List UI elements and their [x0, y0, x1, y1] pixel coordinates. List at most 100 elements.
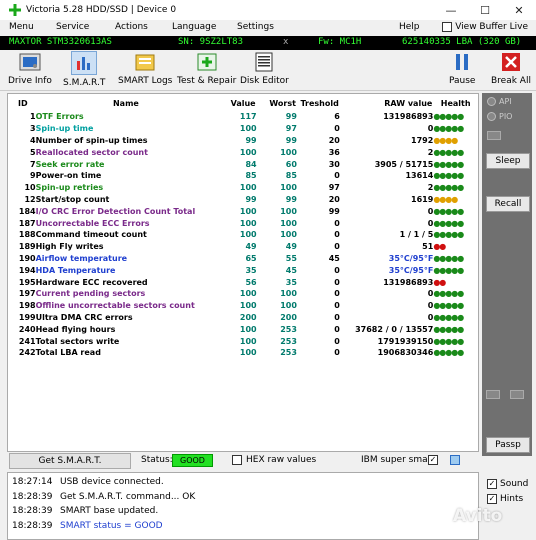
table-row[interactable]: 10 Spin-up retries 100 100 97 2 ●●●●●: [8, 182, 478, 194]
title-bar: Victoria 5.28 HDD/SSD | Device 0 — ☐ ✕: [0, 0, 536, 20]
table-row[interactable]: 199 Ultra DMA CRC errors 200 200 0 0 ●●●●●: [8, 312, 478, 324]
column-header-value[interactable]: Value: [216, 96, 256, 111]
menu-item-service[interactable]: Service: [56, 22, 89, 32]
table-row[interactable]: 187 Uncorrectable ECC Errors 100 100 0 0 ●●●●●: [8, 217, 478, 229]
table-row[interactable]: 188 Command timeout count 100 100 0 1 / 1 / 5…: [8, 229, 478, 241]
attribute-name: Command timeout count: [35, 230, 147, 240]
attribute-name: Spin-up retries: [35, 183, 104, 193]
attribute-id: 4: [30, 135, 36, 145]
hints-option[interactable]: ✓ Hints: [487, 494, 523, 504]
break-all-button[interactable]: Break All: [491, 51, 531, 89]
hex-raw-checkbox[interactable]: [232, 455, 242, 465]
attribute-worst: 100: [280, 289, 297, 299]
column-header-name[interactable]: Name: [36, 96, 217, 111]
attribute-raw-value: 1792: [411, 135, 434, 145]
attribute-raw-value: 2: [427, 147, 434, 157]
sound-option[interactable]: ✓ Sound: [487, 479, 528, 489]
recall-button[interactable]: Recall: [486, 196, 530, 212]
sound-checkbox[interactable]: ✓: [487, 479, 497, 489]
table-row[interactable]: 12 Start/stop count 99 99 20 1619 ●●●●: [8, 194, 478, 206]
attribute-name: Current pending sectors: [35, 289, 146, 299]
attribute-raw-value: 131986893: [383, 112, 434, 122]
column-header-threshold[interactable]: Treshold: [297, 96, 340, 111]
table-row[interactable]: 7 Seek error rate 84 60 30 3905 / 51715 ●●●●●: [8, 158, 478, 170]
hints-checkbox[interactable]: ✓: [487, 494, 497, 504]
table-row[interactable]: 4 Number of spin-up times 99 99 20 1792 ●●●●: [8, 135, 478, 147]
ibm-super-smart-checkbox[interactable]: ✓: [428, 455, 438, 465]
pio-radio[interactable]: PIO: [487, 112, 512, 121]
table-row[interactable]: 240 Head flying hours 100 253 0 37682 / 0 / 1…: [8, 323, 478, 335]
table-row[interactable]: 9 Power-on time 85 85 0 13614 ●●●●●: [8, 170, 478, 182]
menu-item-menu[interactable]: Menu: [9, 22, 34, 32]
table-row[interactable]: 197 Current pending sectors 100 100 0 0 ●●●●●: [8, 288, 478, 300]
table-row[interactable]: 242 Total LBA read 100 253 0 1906830346 ●●●●●: [8, 347, 478, 359]
api-radio[interactable]: API: [487, 97, 512, 106]
menu-item-actions[interactable]: Actions: [115, 22, 148, 32]
attribute-health: ●●●●●: [433, 324, 464, 334]
attribute-threshold: 0: [334, 312, 340, 322]
attribute-threshold: 0: [334, 289, 340, 299]
attribute-raw-value: 0: [427, 124, 434, 134]
attribute-threshold: 97: [328, 183, 340, 193]
view-buffer-live-toggle[interactable]: View Buffer Live: [442, 22, 528, 32]
sleep-button[interactable]: Sleep: [486, 153, 530, 169]
menu-item-help[interactable]: Help: [399, 22, 420, 32]
drive-capacity: 625140335 LBA (320 GB): [402, 37, 522, 47]
attribute-name: OTF Errors: [35, 112, 84, 122]
attribute-id: 187: [18, 218, 36, 228]
view-buffer-checkbox[interactable]: [442, 22, 453, 32]
table-row[interactable]: 184 I/O CRC Error Detection Count Total 10…: [8, 205, 478, 217]
color-indicator-box[interactable]: [450, 455, 460, 465]
small-right-button[interactable]: [510, 390, 524, 399]
attribute-worst: 99: [285, 135, 297, 145]
attribute-id: 1: [30, 112, 36, 122]
pause-button[interactable]: Pause: [449, 51, 475, 89]
pause-label: Pause: [449, 76, 476, 86]
attribute-worst: 253: [280, 348, 297, 358]
avito-watermark: Avito: [426, 505, 502, 527]
table-row[interactable]: 241 Total sectors write 100 253 0 1791939150 ●…: [8, 335, 478, 347]
attribute-value: 56: [245, 277, 257, 287]
attribute-id: 199: [18, 312, 36, 322]
column-header-id[interactable]: ID: [8, 96, 36, 111]
table-row[interactable]: 190 Airflow temperature 65 55 45 35°C/95°F ●●●…: [8, 253, 478, 265]
attribute-raw-value: 1791939150: [377, 336, 434, 346]
smart-logs-button[interactable]: SMART Logs: [118, 51, 172, 89]
attribute-health: ●●●●●: [433, 159, 464, 169]
disk-editor-button[interactable]: Disk Editor: [240, 51, 289, 89]
pause-icon: [450, 51, 474, 73]
table-row[interactable]: 1 OTF Errors 117 99 6 131986893 ●●●●●: [8, 111, 478, 123]
attribute-value: 100: [239, 124, 257, 134]
maximize-button[interactable]: ☐: [468, 0, 502, 20]
drive-info-button[interactable]: Drive Info: [8, 51, 52, 89]
table-row[interactable]: 198 Offline uncorrectable sectors count 10…: [8, 300, 478, 312]
menu-item-settings[interactable]: Settings: [237, 22, 274, 32]
attribute-name: Total sectors write: [35, 336, 120, 346]
attribute-health: ●●●●: [433, 135, 458, 145]
column-header-worst[interactable]: Worst: [257, 96, 297, 111]
smart-button[interactable]: S.M.A.R.T: [63, 51, 105, 89]
table-row[interactable]: 194 HDA Temperature 35 45 0 35°C/95°F ●●●●●: [8, 264, 478, 276]
attribute-worst: 55: [285, 253, 297, 263]
close-button[interactable]: ✕: [502, 0, 536, 20]
log-time: 18:28:39: [12, 506, 53, 516]
table-row[interactable]: 3 Spin-up time 100 97 0 0 ●●●●●: [8, 123, 478, 135]
test-repair-button[interactable]: Test & Repair: [177, 51, 236, 89]
attribute-raw-value: 35°C/95°F: [388, 265, 434, 275]
attribute-raw-value: 51: [422, 242, 434, 252]
minimize-button[interactable]: —: [434, 0, 468, 20]
smart-table-body: 1 OTF Errors 117 99 6 131986893 ●●●●● 3 Spin-up …: [8, 111, 478, 359]
disk-editor-label: Disk Editor: [240, 76, 289, 86]
attribute-value: 49: [245, 242, 257, 252]
table-row[interactable]: 189 High Fly writes 49 49 0 51 ●●: [8, 241, 478, 253]
column-header-raw[interactable]: RAW value: [340, 96, 433, 111]
table-row[interactable]: 5 Reallocated sector count 100 100 36 2 ●●●●●: [8, 146, 478, 158]
table-row[interactable]: 195 Hardware ECC recovered 56 35 0 131986893 ●…: [8, 276, 478, 288]
small-left-button[interactable]: [486, 390, 500, 399]
column-header-health[interactable]: Health: [433, 96, 478, 111]
menu-item-language[interactable]: Language: [172, 22, 216, 32]
passp-button[interactable]: Passp: [486, 437, 530, 453]
get-smart-button[interactable]: Get S.M.A.R.T.: [9, 453, 131, 469]
attribute-name: Offline uncorrectable sectors count: [35, 301, 195, 311]
attribute-raw-value: 1 / 1 / 5: [399, 230, 434, 240]
